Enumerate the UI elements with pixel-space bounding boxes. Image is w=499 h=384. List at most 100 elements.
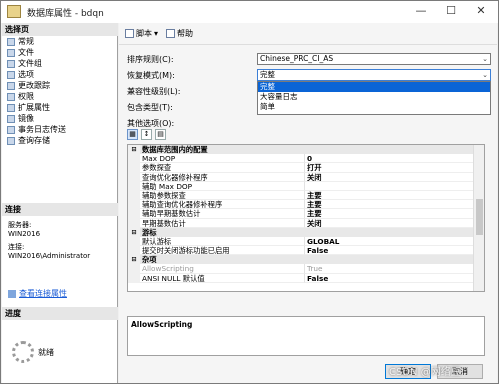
grid-row[interactable]: ANSI NULL 默认值 False [128, 273, 484, 283]
row-gutter [128, 190, 140, 201]
connection-header: 连接 [2, 203, 118, 216]
collation-label: 排序规则(C): [127, 55, 174, 64]
properties-icon [8, 289, 16, 298]
property-name: 辅助早期基数估计 [140, 209, 305, 219]
sidebar-item[interactable]: 扩展属性 [2, 102, 118, 113]
row-gutter [128, 246, 140, 256]
property-value[interactable]: 0 [305, 154, 484, 164]
property-name: AllowScripting [140, 264, 305, 274]
sidebar-item[interactable]: 文件组 [2, 58, 118, 69]
property-name: 杂项 [142, 255, 157, 265]
progress-spinner-icon [12, 341, 34, 363]
property-name: 早期基数估计 [140, 218, 305, 228]
containment-type-label: 包含类型(T): [127, 103, 173, 112]
sidebar-item[interactable]: 事务日志传送 [2, 124, 118, 135]
dropdown-option[interactable]: 简单 [258, 102, 490, 112]
help-button[interactable]: 帮助 [166, 28, 193, 39]
grid-row[interactable]: 提交时关闭游标功能已启用 False [128, 246, 484, 256]
select-page-header: 选择页 [2, 23, 118, 36]
page-icon [7, 136, 15, 145]
grid-row[interactable]: 辅助早期基数估计 主要 [128, 209, 484, 219]
main-panel: 脚本 ▾ 帮助 排序规则(C): Chinese_PRC_CI_AS ⌄ 恢复模式(… [119, 23, 497, 383]
row-gutter [128, 200, 140, 210]
property-value[interactable]: False [305, 246, 484, 256]
grid-scrollbar[interactable] [473, 145, 484, 291]
row-gutter [128, 236, 140, 247]
cancel-button[interactable]: 取消 [437, 364, 483, 379]
property-name: ANSI NULL 默认值 [140, 273, 305, 283]
property-grid: ⊟ 数据库范围内的配置 Max DOP 0 参数探查 打开 查询优化器修补程序 关闭 辅助 Ma… [127, 144, 485, 292]
sidebar-item[interactable]: 权限 [2, 91, 118, 102]
connection-label: 连接: [8, 243, 25, 251]
property-value[interactable]: GLOBAL [305, 237, 484, 247]
grid-row[interactable]: Max DOP 0 [128, 154, 484, 164]
page-icon [7, 92, 15, 101]
property-name: 提交时关闭游标功能已启用 [140, 246, 305, 256]
sidebar: 选择页 常规 文件 文件组 选项 更改跟踪 权限 扩展属性 镜像 事务日志传送 … [2, 23, 118, 383]
property-name: 查询优化器修补程序 [140, 172, 305, 182]
minimize-button[interactable]: — [406, 1, 436, 23]
property-value[interactable] [305, 182, 484, 191]
database-icon [7, 5, 21, 18]
row-gutter [128, 172, 140, 182]
grid-row[interactable]: 参数探查 打开 [128, 163, 484, 173]
server-label: 服务器: [8, 221, 32, 229]
view-connection-properties-link[interactable]: 查看连接属性 [8, 288, 67, 299]
script-button[interactable]: 脚本 ▾ [125, 28, 158, 39]
collapse-icon[interactable]: ⊟ [128, 145, 140, 155]
sidebar-item[interactable]: 文件 [2, 47, 118, 58]
sidebar-item[interactable]: 选项 [2, 69, 118, 80]
property-pages-icon[interactable]: ▤ [155, 129, 166, 140]
property-name: Max DOP [140, 154, 305, 164]
dropdown-option[interactable]: 完整 [258, 82, 490, 92]
grid-row[interactable]: 早期基数估计 关闭 [128, 218, 484, 228]
grid-row[interactable]: 辅助 Max DOP [128, 181, 484, 191]
grid-row[interactable]: 辅助参数探查 主要 [128, 190, 484, 201]
property-value[interactable]: 打开 [305, 163, 484, 173]
sidebar-item[interactable]: 更改跟踪 [2, 80, 118, 91]
grid-category[interactable]: ⊟ 杂项 [128, 255, 484, 265]
recovery-model-select[interactable]: 完整 ⌄ [257, 69, 491, 81]
recovery-model-label: 恢复模式(M): [127, 71, 175, 80]
scrollbar-thumb[interactable] [476, 199, 483, 235]
close-button[interactable]: ✕ [466, 1, 496, 23]
maximize-button[interactable]: ☐ [436, 1, 466, 23]
grid-row[interactable]: AllowScripting True [128, 264, 484, 274]
grid-category[interactable]: ⊟ 数据库范围内的配置 [128, 145, 484, 155]
row-gutter [128, 273, 140, 283]
property-value[interactable]: 主要 [305, 209, 484, 219]
property-name: 辅助 Max DOP [140, 181, 305, 191]
sidebar-item[interactable]: 查询存储 [2, 135, 118, 146]
page-icon [7, 48, 15, 57]
grid-row[interactable]: 辅助查询优化器修补程序 主要 [128, 200, 484, 210]
property-value[interactable]: 主要 [305, 191, 484, 201]
property-value[interactable]: 关闭 [305, 173, 484, 182]
page-icon [7, 70, 15, 79]
collapse-icon[interactable]: ⊟ [128, 227, 140, 237]
sidebar-item[interactable]: 常规 [2, 36, 118, 47]
property-value[interactable]: False [305, 274, 484, 283]
grid-category[interactable]: ⊟ 游标 [128, 227, 484, 237]
collation-select[interactable]: Chinese_PRC_CI_AS ⌄ [257, 53, 491, 65]
property-value[interactable]: 主要 [305, 200, 484, 210]
collapse-icon[interactable]: ⊟ [128, 255, 140, 265]
property-name: 游标 [142, 227, 157, 237]
property-view-toolbar: ▦ ↕ ▤ [127, 129, 166, 140]
grid-row[interactable]: 默认游标 GLOBAL [128, 236, 484, 247]
progress-header: 进度 [2, 307, 118, 320]
page-icon [7, 114, 15, 123]
database-properties-window: 数据库属性 - bdqn — ☐ ✕ 选择页 常规 文件 文件组 选项 更改跟踪… [0, 0, 499, 384]
property-value[interactable]: True [305, 264, 484, 274]
row-gutter [128, 218, 140, 228]
sort-alpha-icon[interactable]: ↕ [141, 129, 152, 140]
ok-button[interactable]: 确定 [385, 364, 431, 379]
page-icon [7, 103, 15, 112]
property-value[interactable]: 关闭 [305, 219, 484, 228]
grid-row[interactable]: 查询优化器修补程序 关闭 [128, 172, 484, 182]
row-gutter [128, 163, 140, 173]
sidebar-item[interactable]: 镜像 [2, 113, 118, 124]
dropdown-option[interactable]: 大容量日志 [258, 92, 490, 102]
property-name: 辅助参数探查 [140, 190, 305, 201]
categorized-icon[interactable]: ▦ [127, 129, 138, 140]
property-name: 辅助查询优化器修补程序 [140, 200, 305, 210]
